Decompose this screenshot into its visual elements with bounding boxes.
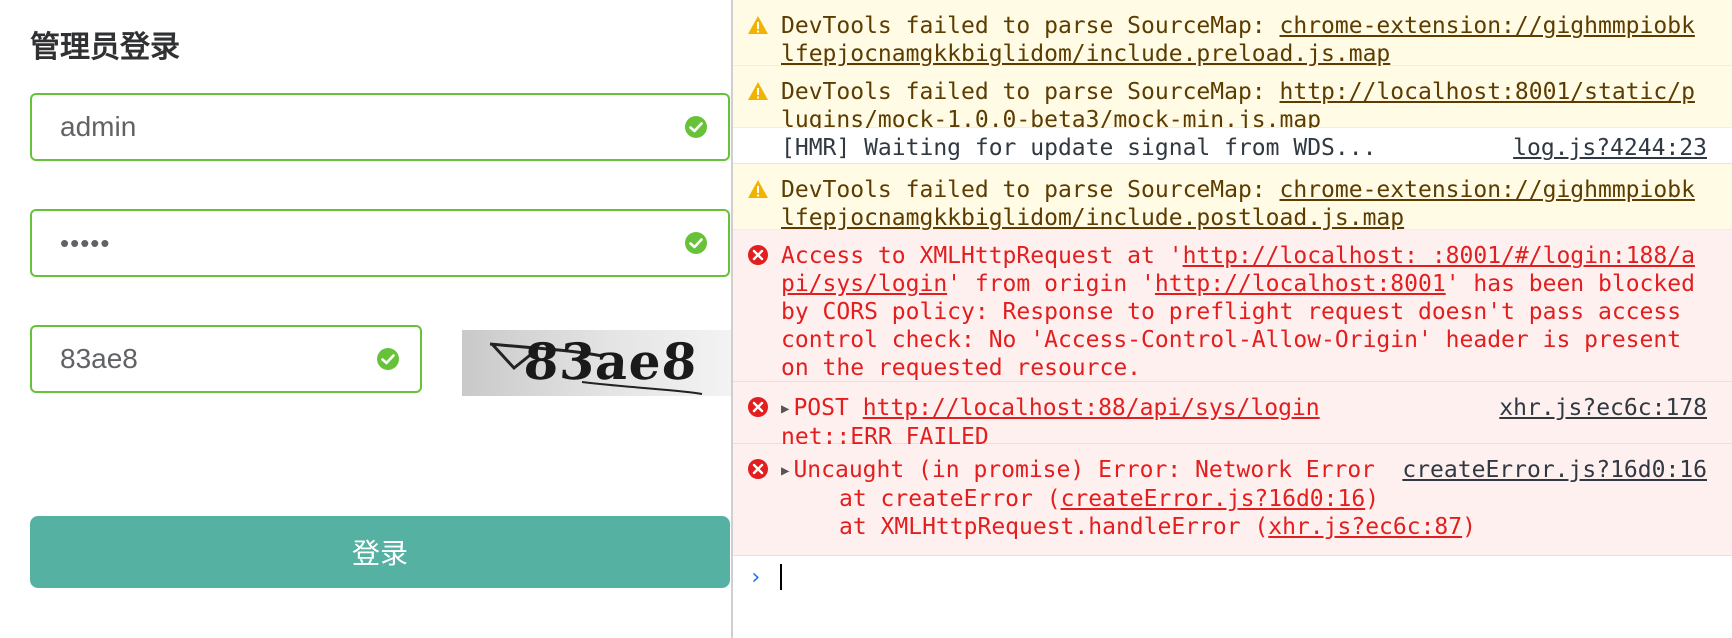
captcha-image[interactable]: 83ae8 bbox=[462, 330, 731, 396]
console-message-warning: DevTools failed to parse SourceMap: chro… bbox=[733, 0, 1732, 67]
captcha-input[interactable] bbox=[60, 327, 371, 391]
message-text: ' from origin ' bbox=[947, 271, 1155, 297]
check-circle-icon bbox=[377, 348, 399, 370]
warning-icon bbox=[748, 16, 768, 34]
error-icon bbox=[748, 459, 768, 479]
request-method: POST bbox=[793, 395, 863, 421]
stack-source-link[interactable]: createError.js?16d0:16 bbox=[1061, 486, 1366, 512]
page-title: 管理员登录 bbox=[30, 30, 180, 65]
console-prompt[interactable]: › bbox=[733, 556, 1732, 600]
username-input[interactable] bbox=[60, 95, 617, 159]
captcha-text: 83ae8 bbox=[521, 332, 700, 391]
source-link[interactable]: xhr.js?ec6c:178 bbox=[1499, 394, 1707, 422]
warning-icon bbox=[748, 82, 768, 100]
chevron-right-icon: › bbox=[749, 565, 763, 590]
message-text: DevTools failed to parse SourceMap: bbox=[781, 13, 1280, 39]
console-message-error: Access to XMLHttpRequest at 'http://loca… bbox=[733, 230, 1732, 382]
source-link[interactable]: createError.js?16d0:16 bbox=[1402, 456, 1707, 484]
username-field[interactable] bbox=[30, 93, 730, 161]
error-icon bbox=[748, 397, 768, 417]
stack-frame: at createError (createError.js?16d0:16) bbox=[839, 486, 1380, 512]
check-circle-icon bbox=[685, 232, 707, 254]
stack-source-link[interactable]: xhr.js?ec6c:87 bbox=[1268, 514, 1462, 540]
captcha-field[interactable] bbox=[30, 325, 422, 393]
check-circle-icon bbox=[685, 116, 707, 138]
login-button[interactable]: 登录 bbox=[30, 516, 730, 588]
console-message-warning: DevTools failed to parse SourceMap: http… bbox=[733, 66, 1732, 133]
request-url-link[interactable]: http://localhost:88/api/sys/login bbox=[863, 395, 1320, 421]
stack-frame: at XMLHttpRequest.handleError (xhr.js?ec… bbox=[839, 514, 1476, 540]
console-message-error[interactable]: xhr.js?ec6c:178 ▶ POST http://localhost:88… bbox=[733, 382, 1732, 450]
expand-triangle-icon[interactable]: ▶ bbox=[781, 457, 789, 485]
message-text: Uncaught (in promise) Error: Network Err… bbox=[793, 457, 1376, 483]
error-icon bbox=[748, 245, 768, 265]
message-text: Access to XMLHttpRequest at ' bbox=[781, 243, 1183, 269]
password-field[interactable] bbox=[30, 209, 730, 277]
login-panel: 管理员登录 83ae8 登录 bbox=[0, 0, 731, 638]
expand-triangle-icon[interactable]: ▶ bbox=[781, 395, 789, 423]
password-input[interactable] bbox=[60, 211, 617, 275]
text-caret bbox=[780, 564, 782, 590]
console-message-log: log.js?4244:23 [HMR] Waiting for update s… bbox=[733, 128, 1732, 164]
console-message-error[interactable]: createError.js?16d0:16 ▶ Uncaught (in prom… bbox=[733, 444, 1732, 556]
console-message-warning: DevTools failed to parse SourceMap: chro… bbox=[733, 164, 1732, 231]
origin-link[interactable]: http://localhost:8001 bbox=[1155, 271, 1446, 297]
devtools-console: DevTools failed to parse SourceMap: chro… bbox=[731, 0, 1732, 638]
warning-icon bbox=[748, 180, 768, 198]
message-text: [HMR] Waiting for update signal from WDS… bbox=[781, 135, 1377, 161]
message-text: DevTools failed to parse SourceMap: bbox=[781, 177, 1280, 203]
source-link[interactable]: log.js?4244:23 bbox=[1513, 134, 1707, 162]
message-text: DevTools failed to parse SourceMap: bbox=[781, 79, 1280, 105]
